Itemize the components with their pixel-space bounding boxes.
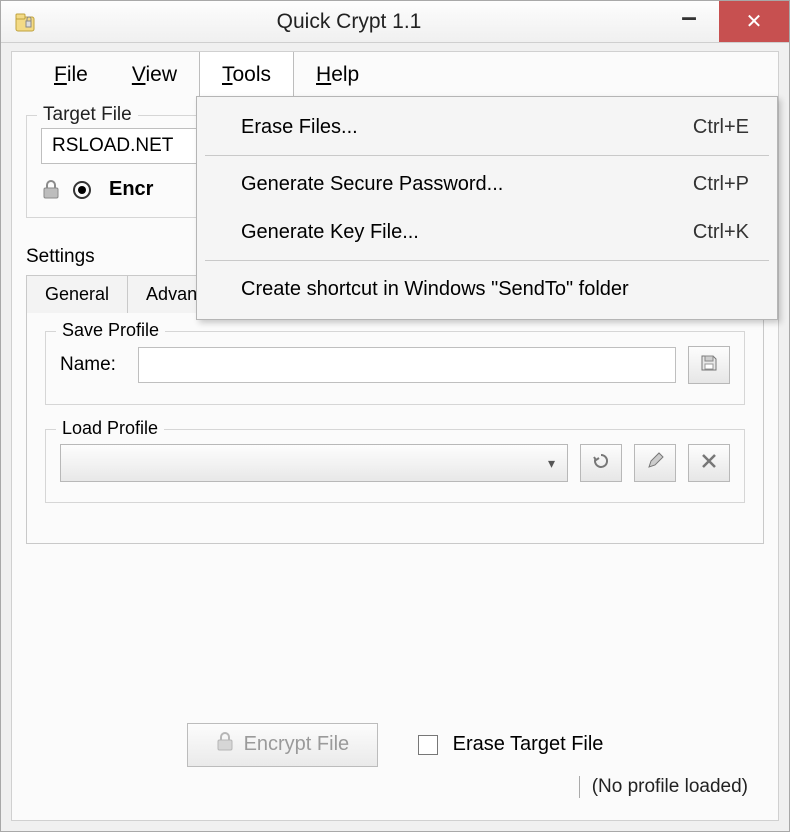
lock-icon: [41, 179, 61, 201]
tab-body-profile: Save Profile Name: Load: [26, 312, 764, 544]
encrypt-radio-label: Encr: [109, 178, 153, 201]
profile-name-input[interactable]: [138, 347, 676, 383]
pencil-icon: [646, 452, 664, 475]
menu-separator: [205, 155, 769, 156]
menu-help[interactable]: Help: [294, 52, 381, 97]
menu-item-label: Erase Files...: [241, 116, 693, 139]
lock-icon: [216, 732, 234, 758]
refresh-icon: [592, 452, 610, 475]
app-window: Quick Crypt 1.1 – ✕ File View Tools Help…: [0, 0, 790, 832]
tab-general[interactable]: General: [26, 275, 128, 313]
erase-target-checkbox[interactable]: [418, 735, 438, 755]
profile-select[interactable]: ▾: [60, 444, 568, 482]
menubar: File View Tools Help: [11, 51, 779, 97]
save-profile-group: Save Profile Name:: [45, 331, 745, 405]
save-profile-button[interactable]: [688, 346, 730, 384]
load-profile-legend: Load Profile: [56, 418, 164, 439]
minimize-button[interactable]: –: [659, 1, 719, 42]
menu-item-label: Create shortcut in Windows "SendTo" fold…: [241, 278, 749, 301]
erase-target-checkbox-wrap[interactable]: Erase Target File: [418, 733, 603, 756]
window-title: Quick Crypt 1.1: [39, 10, 659, 34]
menu-separator: [205, 260, 769, 261]
menu-item-label: Generate Secure Password...: [241, 173, 693, 196]
menu-create-sendto-shortcut[interactable]: Create shortcut in Windows "SendTo" fold…: [197, 265, 777, 313]
edit-profile-button[interactable]: [634, 444, 676, 482]
titlebar: Quick Crypt 1.1 – ✕: [1, 1, 789, 43]
menu-item-shortcut: Ctrl+K: [693, 221, 749, 244]
menu-tools[interactable]: Tools: [199, 52, 294, 97]
chevron-down-icon: ▾: [548, 455, 555, 472]
save-profile-legend: Save Profile: [56, 320, 165, 341]
menu-item-shortcut: Ctrl+E: [693, 116, 749, 139]
target-file-legend: Target File: [37, 104, 138, 126]
menu-view[interactable]: View: [110, 52, 199, 97]
delete-profile-button[interactable]: [688, 444, 730, 482]
encrypt-file-button[interactable]: Encrypt File: [187, 723, 379, 767]
encrypt-radio[interactable]: [73, 181, 91, 199]
menu-file[interactable]: File: [32, 52, 110, 97]
floppy-icon: [699, 353, 719, 378]
status-text: (No profile loaded): [592, 776, 748, 797]
close-icon: [701, 453, 717, 474]
erase-target-label: Erase Target File: [453, 733, 604, 755]
profile-name-label: Name:: [60, 354, 116, 376]
menu-item-shortcut: Ctrl+P: [693, 173, 749, 196]
app-icon: [11, 8, 39, 36]
window-buttons: – ✕: [659, 1, 789, 42]
menu-generate-keyfile[interactable]: Generate Key File... Ctrl+K: [197, 208, 777, 256]
refresh-profile-button[interactable]: [580, 444, 622, 482]
status-bar: (No profile loaded): [36, 767, 754, 802]
target-file-value: RSLOAD.NET: [52, 135, 173, 157]
close-button[interactable]: ✕: [719, 1, 789, 42]
menu-generate-password[interactable]: Generate Secure Password... Ctrl+P: [197, 160, 777, 208]
status-separator: [579, 776, 580, 798]
footer: Encrypt File Erase Target File (No profi…: [26, 709, 764, 810]
encrypt-button-label: Encrypt File: [244, 733, 350, 756]
tools-menu-dropdown: Erase Files... Ctrl+E Generate Secure Pa…: [196, 96, 778, 320]
load-profile-group: Load Profile ▾: [45, 429, 745, 503]
menu-erase-files[interactable]: Erase Files... Ctrl+E: [197, 103, 777, 151]
menu-item-label: Generate Key File...: [241, 221, 693, 244]
